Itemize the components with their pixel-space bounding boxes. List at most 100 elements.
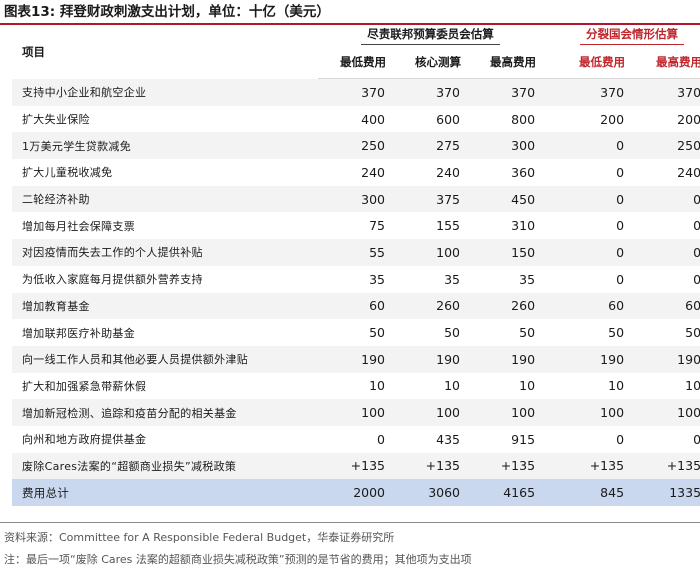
total-row: 费用总计 2000 3060 4165 845 1335 — [12, 479, 700, 506]
split-min-value: 0 — [555, 265, 633, 293]
crfb-max-value: 4165 — [468, 479, 544, 506]
split-min-value: 10 — [555, 372, 633, 400]
crfb-min-value: +135 — [318, 452, 393, 480]
crfb-max-value: 915 — [468, 425, 544, 453]
row-label: 增加联邦医疗补助基金 — [12, 319, 318, 346]
crfb-core-value: 375 — [393, 185, 468, 213]
table-row: 增加联邦医疗补助基金 50 50 50 50 50 — [12, 319, 700, 346]
crfb-min-value: 35 — [318, 265, 393, 293]
column-gap — [543, 185, 556, 213]
crfb-core-value: 435 — [393, 425, 468, 453]
crfb-min-value: 10 — [318, 372, 393, 400]
crfb-min-value: 240 — [318, 159, 393, 186]
crfb-max-value: 190 — [468, 345, 544, 373]
row-label: 扩大和加强紧急带薪休假 — [12, 372, 318, 400]
table-row: 增加每月社会保障支票 75 155 310 0 0 — [12, 212, 700, 240]
crfb-core-value: 10 — [393, 372, 468, 400]
split-max-value: 0 — [632, 185, 700, 213]
split-min-value: 0 — [555, 185, 633, 213]
column-gap — [543, 78, 556, 106]
split-max-value: 0 — [632, 212, 700, 240]
crfb-core-value: 155 — [393, 212, 468, 240]
crfb-max-value: 260 — [468, 292, 544, 320]
table-row: 支持中小企业和航空企业 370 370 370 370 370 — [12, 78, 700, 106]
crfb-max-value: 300 — [468, 132, 544, 160]
crfb-max-value: 450 — [468, 185, 544, 213]
table-row: 对因疫情而失去工作的个人提供补贴 55 100 150 0 0 — [12, 239, 700, 266]
row-label: 二轮经济补助 — [12, 185, 318, 213]
split-congress-group-header: 分裂国会情形估算 — [555, 25, 700, 45]
crfb-max-value: 360 — [468, 159, 544, 186]
column-gap — [543, 265, 556, 293]
column-gap — [543, 159, 556, 186]
row-label: 1万美元学生贷款减免 — [12, 132, 318, 160]
table-row: 二轮经济补助 300 375 450 0 0 — [12, 185, 700, 213]
crfb-min-value: 100 — [318, 399, 393, 426]
split-min-value: 0 — [555, 159, 633, 186]
stimulus-table: 项目 尽责联邦预算委员会估算 分裂国会情形估算 最低费用 核心测算 最高费用 最… — [12, 25, 700, 506]
table-row: 扩大儿童税收减免 240 240 360 0 240 — [12, 159, 700, 186]
crfb-min-value: 400 — [318, 105, 393, 133]
column-gap — [543, 345, 556, 373]
row-label: 扩大儿童税收减免 — [12, 159, 318, 186]
split-max-header: 最高费用 — [632, 45, 700, 79]
crfb-core-value: 275 — [393, 132, 468, 160]
split-max-value: 1335 — [632, 479, 700, 506]
table-row: 向一线工作人员和其他必要人员提供额外津贴 190 190 190 190 190 — [12, 345, 700, 373]
crfb-min-header: 最低费用 — [318, 45, 393, 79]
crfb-max-value: 800 — [468, 105, 544, 133]
split-min-value: 60 — [555, 292, 633, 320]
crfb-max-value: 310 — [468, 212, 544, 240]
table-row: 废除Cares法案的“超额商业损失”减税政策 +135 +135 +135 +135 +1… — [12, 452, 700, 480]
row-label: 为低收入家庭每月提供额外营养支持 — [12, 265, 318, 293]
crfb-max-value: 370 — [468, 78, 544, 106]
table-row: 扩大失业保险 400 600 800 200 200 — [12, 105, 700, 133]
crfb-max-header: 最高费用 — [468, 45, 544, 79]
row-label: 增加新冠检测、追踪和疫苗分配的相关基金 — [12, 399, 318, 426]
split-max-value: 60 — [632, 292, 700, 320]
split-min-value: 0 — [555, 212, 633, 240]
row-label: 费用总计 — [12, 479, 318, 506]
crfb-core-value: 190 — [393, 345, 468, 373]
row-label: 向州和地方政府提供基金 — [12, 425, 318, 453]
split-min-value: 845 — [555, 479, 633, 506]
split-max-value: 0 — [632, 239, 700, 266]
split-max-value: 0 — [632, 425, 700, 453]
crfb-min-value: 75 — [318, 212, 393, 240]
crfb-core-value: +135 — [393, 452, 468, 480]
column-gap — [543, 319, 556, 346]
crfb-max-value: 10 — [468, 372, 544, 400]
split-max-value: 200 — [632, 105, 700, 133]
crfb-min-value: 2000 — [318, 479, 393, 506]
crfb-core-value: 50 — [393, 319, 468, 346]
row-label: 增加每月社会保障支票 — [12, 212, 318, 240]
source-note: 资料来源：Committee for A Responsible Federal… — [4, 531, 395, 544]
crfb-min-value: 300 — [318, 185, 393, 213]
figure: 图表13: 拜登财政刺激支出计划，单位：十亿（美元） 项目 尽责联邦预算委员会估… — [0, 0, 700, 572]
table-row: 增加教育基金 60 260 260 60 60 — [12, 292, 700, 320]
row-label: 废除Cares法案的“超额商业损失”减税政策 — [12, 452, 318, 480]
crfb-max-value: 35 — [468, 265, 544, 293]
crfb-min-value: 50 — [318, 319, 393, 346]
crfb-core-value: 100 — [393, 399, 468, 426]
crfb-core-value: 260 — [393, 292, 468, 320]
crfb-max-value: 150 — [468, 239, 544, 266]
crfb-max-value: 50 — [468, 319, 544, 346]
split-max-value: 250 — [632, 132, 700, 160]
column-gap — [543, 239, 556, 266]
crfb-max-value: +135 — [468, 452, 544, 480]
row-label: 扩大失业保险 — [12, 105, 318, 133]
crfb-core-value: 600 — [393, 105, 468, 133]
bottom-rule — [0, 522, 700, 523]
split-min-value: 0 — [555, 239, 633, 266]
split-min-value: 190 — [555, 345, 633, 373]
crfb-core-value: 240 — [393, 159, 468, 186]
split-min-value: 0 — [555, 132, 633, 160]
split-max-value: 190 — [632, 345, 700, 373]
split-max-value: 240 — [632, 159, 700, 186]
split-min-header: 最低费用 — [555, 45, 633, 79]
split-max-value: 100 — [632, 399, 700, 426]
split-min-value: 370 — [555, 78, 633, 106]
crfb-core-value: 35 — [393, 265, 468, 293]
crfb-group-header: 尽责联邦预算委员会估算 — [318, 25, 544, 45]
